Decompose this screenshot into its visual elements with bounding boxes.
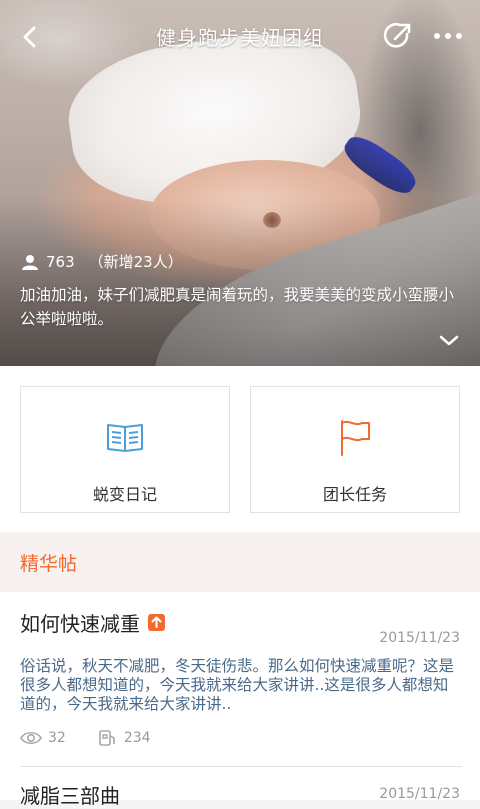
share-icon[interactable] [382, 20, 414, 52]
post-title: 减脂三部曲 [20, 784, 120, 808]
leader-task-card[interactable]: 团长任务 [250, 386, 460, 513]
flag-icon [335, 417, 375, 457]
post-date: 2015/11/23 [379, 630, 460, 646]
book-icon [105, 417, 145, 457]
list-item[interactable]: 如何快速减重 2015/11/23 俗话说，秋天不减肥，冬天徒伤悲。那么如何快速… [20, 608, 460, 746]
divider [20, 766, 462, 767]
leader-task-label: 团长任务 [322, 485, 387, 504]
group-cover: 健身跑步美妞团组 763 （新增23人） 加油加油，妹子们减肥真是闹着玩的，我要… [0, 0, 480, 366]
post-title: 如何快速减重 [20, 612, 140, 636]
list-item[interactable]: 减脂三部曲 2015/11/23 [20, 780, 460, 809]
member-count: 763 （新增23人） [22, 251, 183, 272]
featured-section-header: 精华帖 [0, 532, 480, 592]
post-list: 如何快速减重 2015/11/23 俗话说，秋天不减肥，冬天徒伤悲。那么如何快速… [0, 592, 480, 808]
eye-icon [20, 730, 42, 746]
back-icon[interactable] [16, 22, 46, 52]
top-badge-icon [148, 614, 165, 631]
section-title: 精华帖 [20, 553, 78, 575]
diary-label: 蜕变日记 [92, 485, 157, 504]
chevron-down-icon[interactable] [438, 330, 460, 350]
post-excerpt: 俗话说，秋天不减肥，冬天徒伤悲。那么如何快速减重呢？这是很多人都想知道的，今天我… [20, 657, 455, 713]
top-nav-bar: 健身跑步美妞团组 [0, 0, 480, 72]
diary-card[interactable]: 蜕变日记 [20, 386, 230, 513]
group-description: 加油加油，妹子们减肥真是闹着玩的，我要美美的变成小蛮腰小公举啦啦啦。 [20, 286, 455, 328]
feature-cards: 蜕变日记 团长任务 [0, 366, 480, 532]
comment-icon [96, 730, 118, 746]
page-title: 健身跑步美妞团组 [156, 25, 324, 50]
more-icon[interactable] [432, 24, 464, 48]
user-icon [22, 254, 38, 270]
post-stats: 32 234 [20, 730, 460, 746]
view-count: 32 [48, 730, 66, 746]
reply-count: 234 [123, 730, 151, 746]
